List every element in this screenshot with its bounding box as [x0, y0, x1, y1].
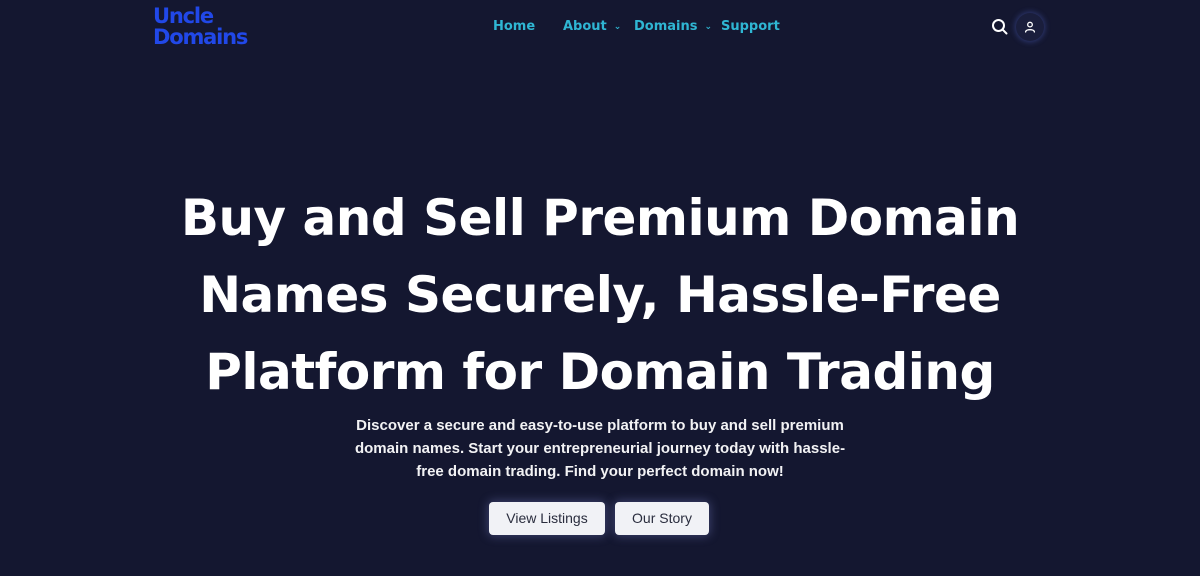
chevron-down-icon: ⌄ — [613, 22, 622, 32]
hero-title-line: Buy and Sell Premium Domain — [180, 189, 1020, 247]
nav-support-link[interactable]: Support — [721, 18, 780, 36]
brand-logo-line2: Domains — [153, 25, 248, 49]
hero-title-line: Platform for Domain Trading — [205, 343, 995, 401]
our-story-button[interactable]: Our Story — [615, 502, 709, 535]
hero-subtitle-line: domain names. Start your entrepreneurial… — [354, 440, 846, 457]
nav-support-label: Support — [721, 19, 780, 34]
nav-domains-menu[interactable]: Domains ⌄ — [634, 18, 712, 37]
user-icon — [1024, 21, 1036, 33]
nav-home-link[interactable]: Home — [493, 18, 535, 36]
nav-domains-label: Domains — [634, 19, 698, 34]
nav-about-label: About — [563, 19, 607, 34]
search-icon — [992, 19, 1008, 35]
nav-home-label: Home — [493, 19, 536, 34]
hero-subtitle-line: free domain trading. Find your perfect d… — [416, 463, 784, 480]
account-button[interactable] — [1016, 13, 1044, 41]
chevron-down-icon: ⌄ — [704, 22, 713, 32]
search-button[interactable] — [990, 17, 1010, 37]
brand-logo-line1: Uncle — [153, 4, 214, 28]
hero-title: Buy and Sell Premium Domain Names Secure… — [0, 180, 1200, 411]
hero-title-line: Names Securely, Hassle-Free — [199, 266, 1001, 324]
hero-subtitle: Discover a secure and easy-to-use platfo… — [0, 414, 1200, 483]
hero-subtitle-line: Discover a secure and easy-to-use platfo… — [356, 417, 844, 434]
brand-logo[interactable]: Uncle Domains — [153, 4, 248, 49]
nav-about-menu[interactable]: About ⌄ — [563, 18, 621, 37]
view-listings-button[interactable]: View Listings — [489, 502, 605, 535]
